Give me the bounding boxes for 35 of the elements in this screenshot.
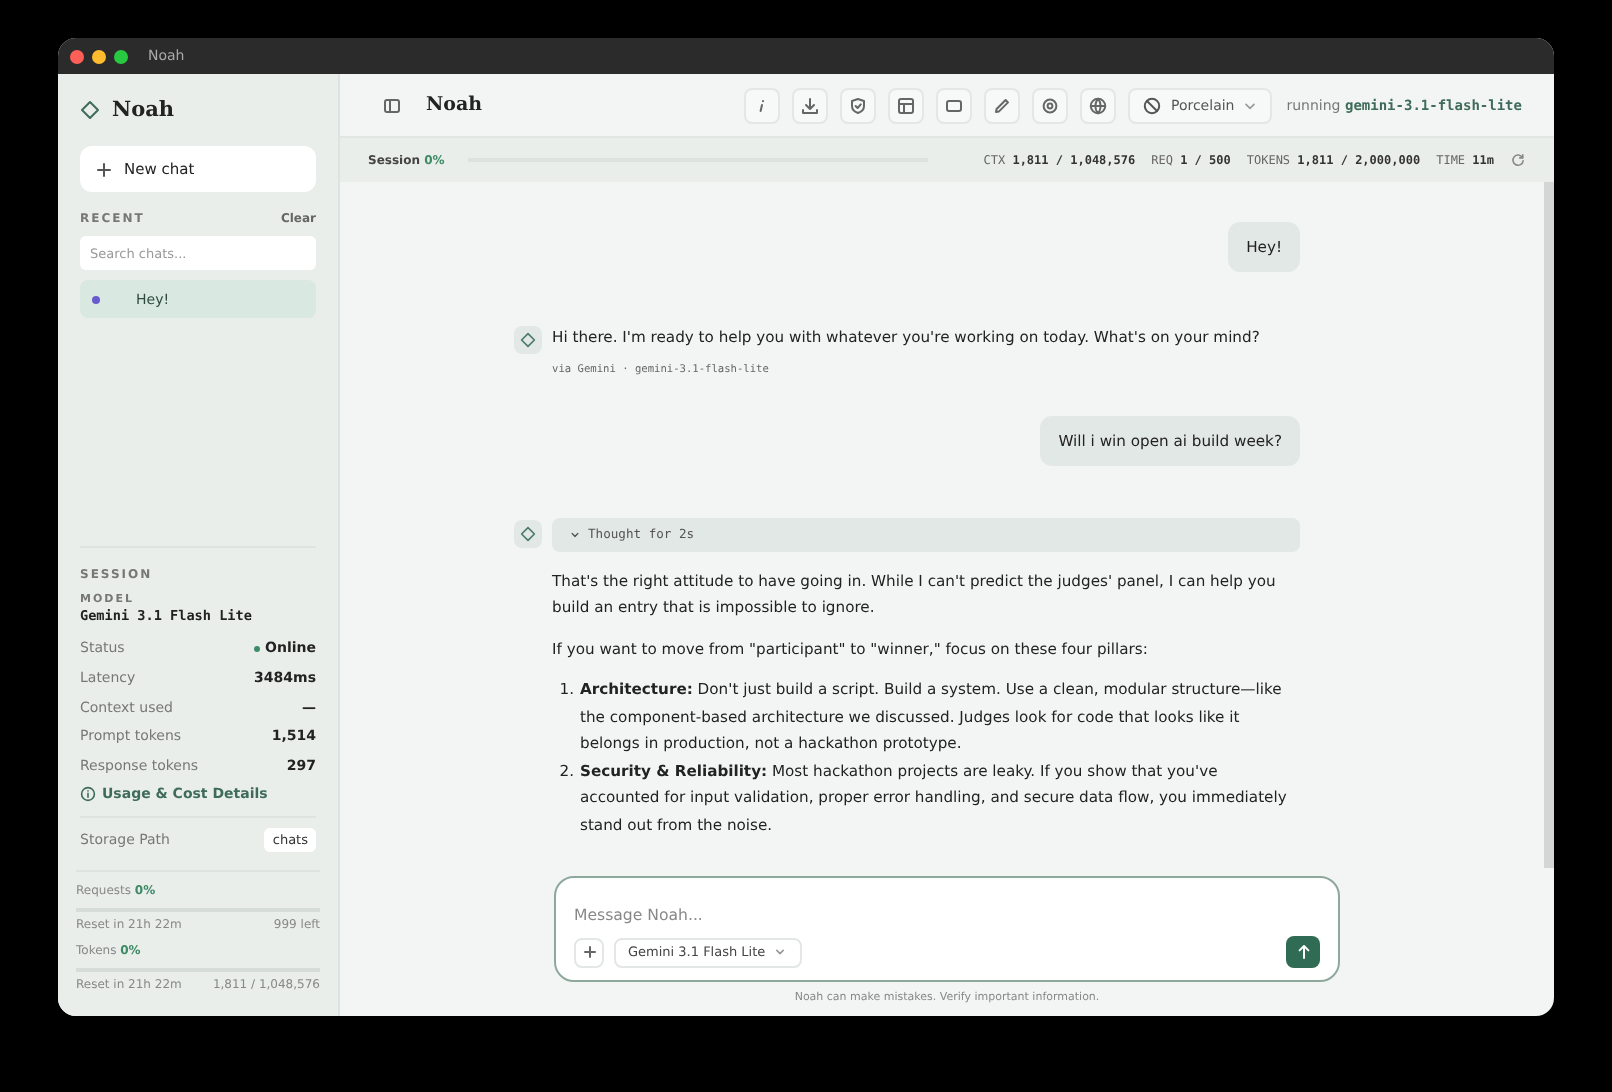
layout-icon (896, 95, 917, 115)
globe-icon (1088, 95, 1109, 115)
chevron-down-icon (568, 527, 582, 541)
minimize-button[interactable] (92, 49, 106, 63)
refresh-icon (1510, 152, 1526, 168)
app-name: Noah (112, 98, 175, 122)
send-button[interactable] (1286, 936, 1320, 968)
attach-button[interactable] (574, 937, 604, 967)
plus-icon (94, 159, 114, 179)
scrollbar[interactable] (1544, 182, 1554, 868)
arrow-up-icon (1293, 942, 1313, 962)
diamond-icon (520, 332, 536, 348)
plus-icon (579, 942, 599, 962)
rectangle-icon (944, 95, 965, 115)
prohibited-circle-icon (1142, 95, 1163, 115)
zoom-button[interactable] (114, 49, 128, 63)
diamond-icon (520, 525, 536, 541)
diamond-logo-icon (80, 100, 100, 120)
chevron-down-icon (771, 944, 788, 960)
language-button[interactable] (1080, 87, 1117, 123)
online-dot (253, 645, 260, 652)
shield-icon (848, 95, 869, 115)
download-icon (800, 95, 821, 115)
close-button[interactable] (70, 49, 84, 63)
chat-title: Noah (426, 94, 483, 116)
sidebar-icon (382, 95, 402, 115)
settings-icon (1040, 95, 1061, 115)
shield-button[interactable] (840, 87, 877, 123)
layout-button[interactable] (888, 87, 925, 123)
settings-button[interactable] (1032, 87, 1069, 123)
panel-button[interactable] (936, 87, 973, 123)
pen-icon (992, 95, 1013, 115)
pen-button[interactable] (984, 87, 1021, 123)
download-button[interactable] (792, 87, 829, 123)
info-icon (80, 786, 96, 802)
